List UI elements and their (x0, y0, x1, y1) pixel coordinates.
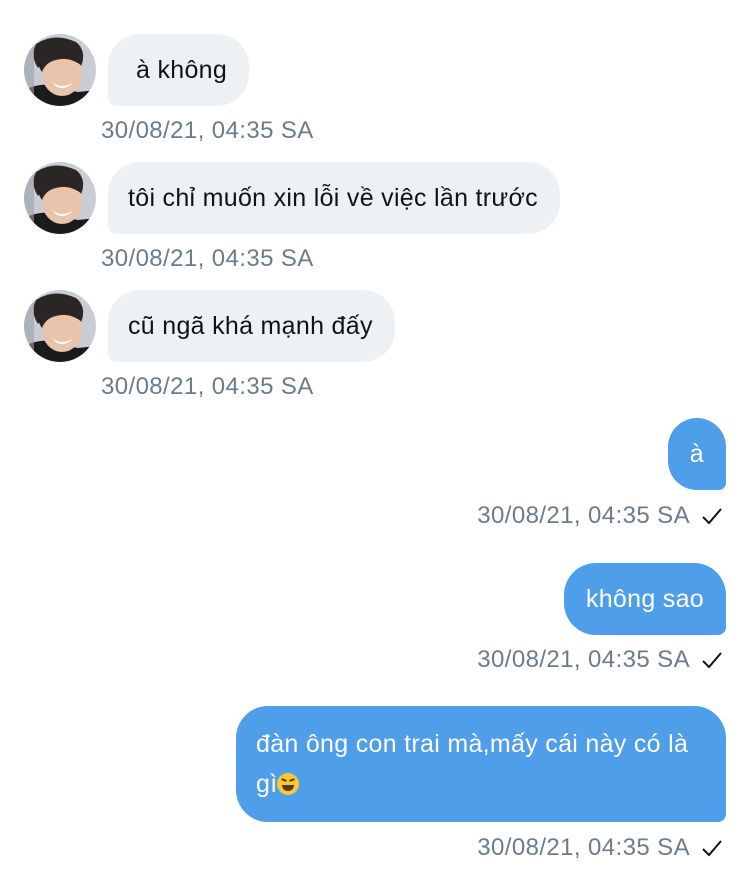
message-timestamp: 30/08/21, 04:35 SA (101, 373, 314, 400)
avatar[interactable] (24, 290, 96, 362)
outgoing-message-bubble[interactable]: đàn ông con trai mà,mấy cái này có là gì (236, 706, 726, 822)
avatar[interactable] (24, 162, 96, 234)
grinning-squinting-face-icon (277, 773, 300, 795)
message-timestamp: 30/08/21, 04:35 SA (101, 117, 314, 144)
avatar-image (24, 162, 96, 234)
incoming-message-bubble[interactable]: tôi chỉ muốn xin lỗi về việc lần trước (108, 162, 560, 234)
check-icon (702, 652, 722, 669)
message-text: à không (136, 56, 228, 84)
check-icon (702, 840, 722, 857)
avatar[interactable] (24, 34, 96, 106)
message-text: à (689, 440, 704, 468)
message-timestamp: 30/08/21, 04:35 SA (101, 245, 314, 272)
message-text: đàn ông con trai mà,mấy cái này có là gì (256, 730, 689, 798)
check-icon (702, 508, 722, 525)
incoming-message-bubble[interactable]: à không (108, 34, 250, 106)
message-timestamp: 30/08/21, 04:35 SA (477, 646, 690, 673)
outgoing-message-bubble[interactable]: à (667, 418, 726, 490)
message-text: tôi chỉ muốn xin lỗi về việc lần trước (128, 184, 538, 212)
message-timestamp: 30/08/21, 04:35 SA (477, 502, 690, 529)
message-text: không sao (585, 585, 704, 613)
message-timestamp: 30/08/21, 04:35 SA (477, 834, 690, 861)
incoming-message-bubble[interactable]: cũ ngã khá mạnh đấy (108, 290, 395, 362)
avatar-image (24, 290, 96, 362)
message-text: cũ ngã khá mạnh đấy (128, 312, 373, 340)
avatar-image (24, 34, 96, 106)
outgoing-message-bubble[interactable]: không sao (563, 563, 726, 635)
